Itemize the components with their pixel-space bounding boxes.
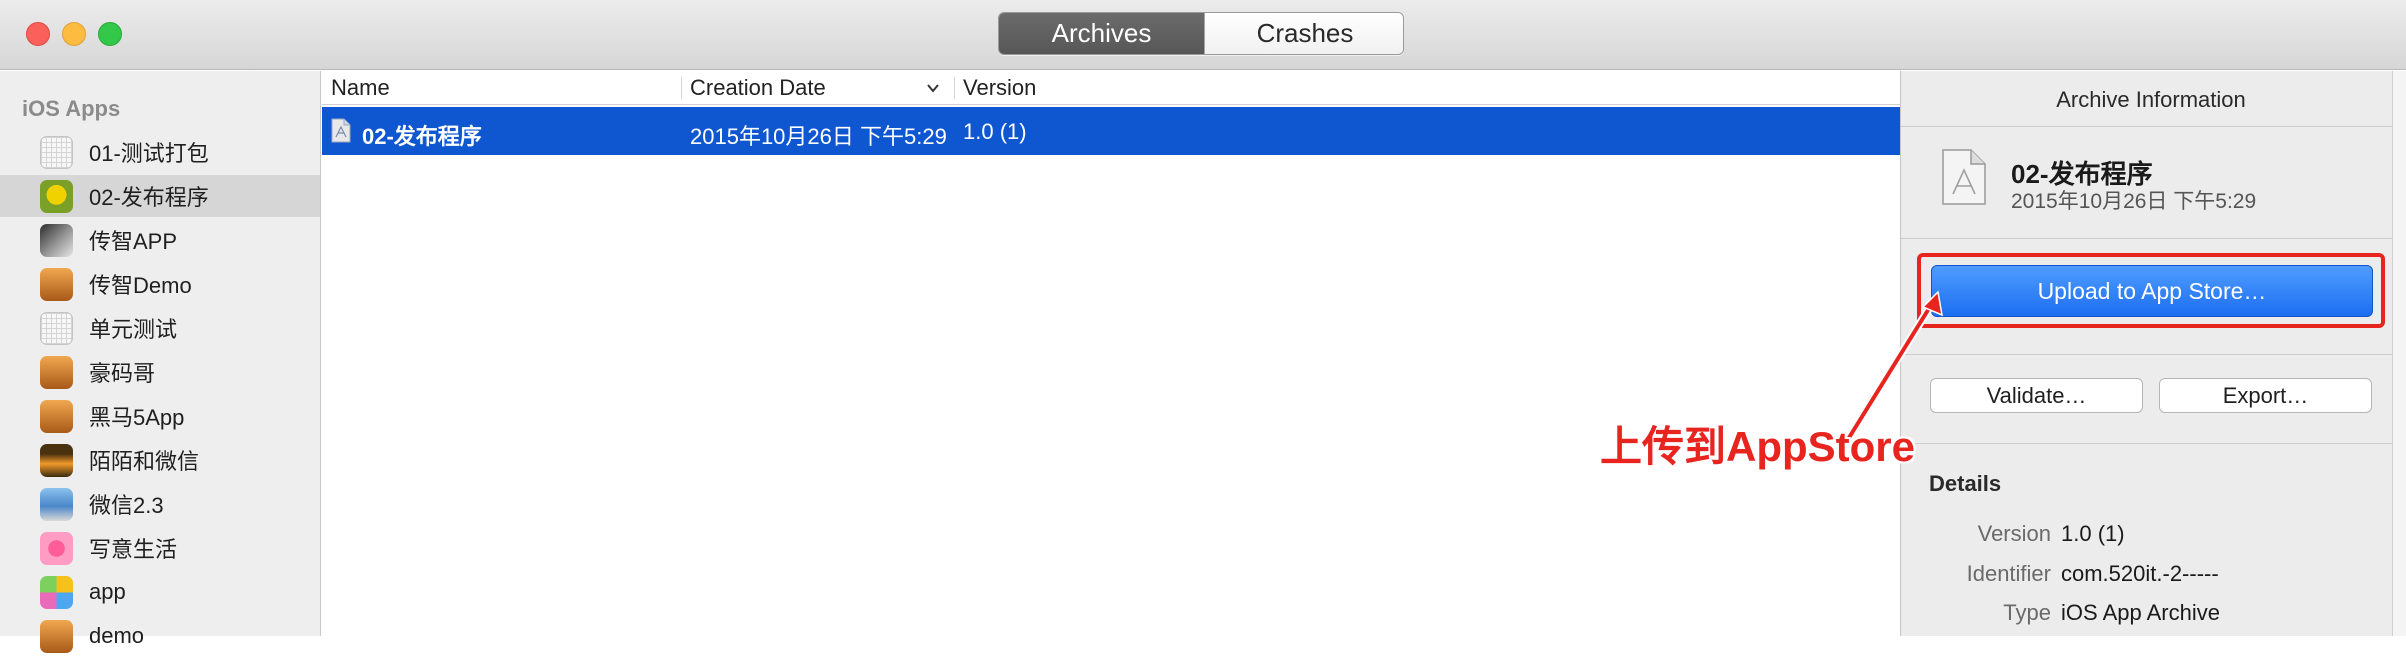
- chevron-down-icon[interactable]: [926, 81, 940, 95]
- table-header: Name Creation Date Version: [322, 71, 1900, 105]
- sidebar-item[interactable]: 01-测试打包: [0, 131, 320, 173]
- column-header-name[interactable]: Name: [331, 75, 390, 101]
- details-heading: Details: [1929, 471, 2002, 496]
- detail-label-identifier: Identifier: [1966, 561, 2051, 586]
- archive-document-icon: [331, 118, 351, 143]
- archives-tab[interactable]: Archives: [999, 13, 1204, 54]
- blank-app-icon: [40, 311, 73, 345]
- row-version: 1.0 (1): [963, 119, 1027, 144]
- column-divider[interactable]: [681, 77, 682, 99]
- export-button[interactable]: Export…: [2159, 378, 2372, 413]
- archives-crashes-segmented-control: Archives Crashes: [998, 12, 1404, 55]
- window-titlebar: Archives Crashes: [0, 0, 2406, 70]
- divider: [1901, 354, 2401, 355]
- bw-app-icon: [40, 223, 73, 257]
- detail-value-identifier: com.520it.-2-----: [2061, 561, 2219, 586]
- sidebar-item[interactable]: app: [0, 571, 320, 613]
- archive-date: 2015年10月26日 下午5:29: [2011, 190, 2257, 213]
- sidebar-item[interactable]: 传智APP: [0, 219, 320, 261]
- sidebar-item[interactable]: 微信2.3: [0, 483, 320, 525]
- sidebar-item-label: 写意生活: [89, 537, 178, 562]
- wood-app-icon: [40, 619, 73, 653]
- sidebar-item-label: 单元测试: [89, 317, 178, 342]
- crashes-tab[interactable]: Crashes: [1204, 13, 1403, 54]
- zoom-window-button[interactable]: [98, 22, 122, 46]
- sidebar-item[interactable]: 单元测试: [0, 307, 320, 349]
- column-header-version[interactable]: Version: [963, 75, 1036, 101]
- sidebar-item-label: demo: [89, 623, 145, 648]
- sidebar-item-label: 豪码哥: [89, 361, 156, 386]
- sidebar-item[interactable]: 黑马5App: [0, 395, 320, 437]
- gold-app-icon: [40, 179, 73, 213]
- annotation-text: 上传到AppStore: [1600, 423, 1916, 470]
- wood-app-icon: [40, 267, 73, 301]
- apps-sidebar: iOS Apps 01-测试打包 02-发布程序 传智APP 传智Demo 单元…: [0, 71, 321, 653]
- divider: [1901, 238, 2401, 239]
- sidebar-item[interactable]: 写意生活: [0, 527, 320, 569]
- pink-app-icon: [40, 531, 73, 565]
- sidebar-item-label: 传智Demo: [89, 273, 192, 298]
- column-header-creation-date[interactable]: Creation Date: [690, 75, 826, 101]
- close-window-button[interactable]: [26, 22, 50, 46]
- sea-app-icon: [40, 487, 73, 521]
- validate-button[interactable]: Validate…: [1930, 378, 2143, 413]
- row-creation-date: 2015年10月26日 下午5:29: [690, 124, 947, 149]
- archives-table: Name Creation Date Version 02-发布程序 2015年…: [322, 71, 1900, 636]
- divider: [1901, 126, 2401, 127]
- archive-document-icon: [1942, 149, 1986, 205]
- sidebar-item[interactable]: 传智Demo: [0, 263, 320, 305]
- sidebar-item[interactable]: demo: [0, 615, 320, 657]
- sidebar-item-label: 微信2.3: [89, 493, 164, 518]
- sidebar-item[interactable]: 陌陌和微信: [0, 439, 320, 481]
- sidebar-item-label: app: [89, 579, 126, 604]
- archive-inspector: Archive Information 02-发布程序 2015年10月26日 …: [1900, 71, 2406, 636]
- sidebar-heading: iOS Apps: [22, 96, 121, 121]
- wood-app-icon: [40, 399, 73, 433]
- detail-value-version: 1.0 (1): [2061, 521, 2125, 546]
- sidebar-item-label: 01-测试打包: [89, 141, 209, 166]
- sidebar-item-label: 传智APP: [89, 229, 178, 254]
- minimize-window-button[interactable]: [62, 22, 86, 46]
- sidebar-item-label: 黑马5App: [89, 405, 185, 430]
- detail-label-version: Version: [1977, 521, 2051, 546]
- sidebar-item-selected[interactable]: 02-发布程序: [0, 175, 320, 217]
- sidebar-item-label: 陌陌和微信: [89, 449, 200, 474]
- window-edge-scrollbar: [2392, 71, 2406, 636]
- blank-app-icon: [40, 135, 73, 169]
- sidebar-item[interactable]: 豪码哥: [0, 351, 320, 393]
- divider: [1901, 443, 2401, 444]
- column-divider[interactable]: [954, 77, 955, 99]
- upload-to-app-store-button[interactable]: Upload to App Store…: [1931, 265, 2373, 317]
- table-row-selected[interactable]: 02-发布程序 2015年10月26日 下午5:29 1.0 (1): [322, 107, 1900, 155]
- detail-label-type: Type: [2003, 600, 2051, 625]
- detail-value-type: iOS App Archive: [2061, 600, 2220, 625]
- inspector-title: Archive Information: [2056, 87, 2246, 112]
- wood-app-icon: [40, 355, 73, 389]
- sunset-app-icon: [40, 443, 73, 477]
- multi-app-icon: [40, 575, 73, 609]
- row-name: 02-发布程序: [362, 124, 482, 149]
- sidebar-item-label: 02-发布程序: [89, 185, 209, 210]
